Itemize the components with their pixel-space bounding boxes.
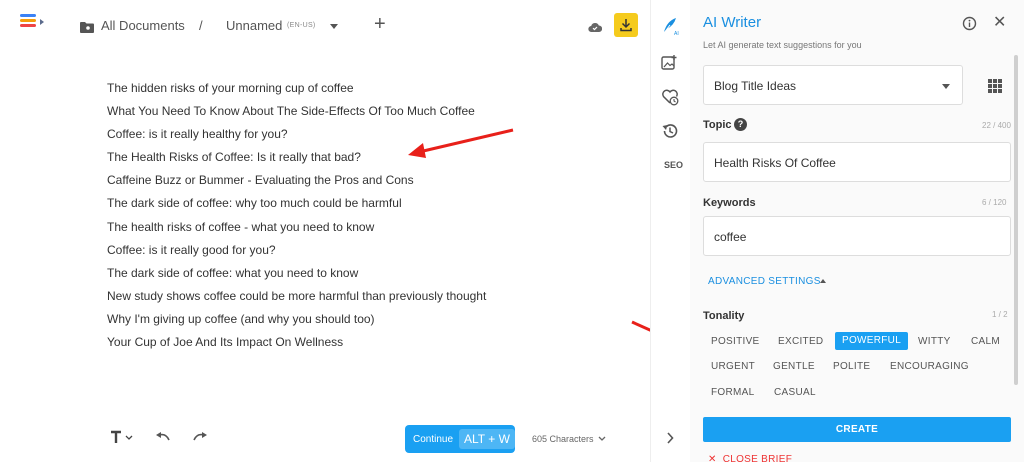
tone-chip-encouraging[interactable]: ENCOURAGING — [890, 358, 969, 376]
text-format-icon[interactable] — [110, 430, 136, 444]
redo-icon[interactable] — [192, 431, 208, 443]
text-line[interactable]: The health risks of coffee - what you ne… — [107, 219, 486, 242]
tone-chip-casual[interactable]: CASUAL — [774, 384, 816, 402]
chevron-down-icon[interactable] — [598, 436, 606, 442]
topic-counter: 22 / 400 — [982, 121, 1011, 130]
app-logo-icon[interactable] — [20, 14, 44, 30]
continue-button[interactable]: Continue ALT + W — [405, 425, 515, 453]
locale-label: (EN-US) — [287, 22, 316, 29]
text-line[interactable]: The dark side of coffee: why too much co… — [107, 195, 486, 218]
keywords-input[interactable]: coffee — [703, 216, 1011, 256]
editor-content[interactable]: The hidden risks of your morning cup of … — [107, 80, 486, 357]
favorites-history-icon[interactable] — [661, 88, 679, 106]
tone-chip-formal[interactable]: FORMAL — [711, 384, 754, 402]
character-count[interactable]: 605 Characters — [532, 434, 594, 444]
add-document-button[interactable]: + — [374, 14, 386, 34]
chevron-up-icon[interactable] — [820, 279, 826, 283]
grid-view-icon[interactable] — [988, 79, 1002, 93]
template-select-value: Blog Title Ideas — [714, 79, 797, 93]
history-icon[interactable] — [661, 122, 679, 140]
tone-chip-gentle[interactable]: GENTLE — [773, 358, 815, 376]
text-line[interactable]: Why I'm giving up coffee (and why you sh… — [107, 311, 486, 334]
panel-title: AI Writer — [703, 14, 762, 31]
tone-chip-powerful[interactable]: POWERFUL — [835, 332, 909, 350]
panel-scrollbar[interactable] — [1014, 55, 1018, 385]
keywords-label: Keywords — [703, 197, 756, 209]
breadcrumb-separator: / — [199, 18, 203, 33]
annotation-arrow-icon — [408, 128, 514, 158]
tonality-counter: 1 / 2 — [992, 310, 1008, 319]
cloud-sync-icon[interactable] — [588, 19, 603, 37]
chevron-right-icon[interactable] — [666, 432, 674, 444]
tone-chip-excited[interactable]: EXCITED — [778, 333, 823, 351]
image-icon[interactable] — [661, 54, 679, 72]
chevron-down-icon — [942, 84, 950, 89]
close-brief-label: CLOSE BRIEF — [722, 454, 793, 462]
folder-icon[interactable] — [80, 20, 94, 38]
topic-label: Topic — [703, 119, 732, 131]
download-icon — [620, 19, 632, 32]
keywords-value: coffee — [714, 230, 747, 244]
document-name[interactable]: Unnamed — [226, 18, 282, 33]
seo-icon[interactable]: SEO — [664, 160, 683, 170]
panel-subtitle: Let AI generate text suggestions for you — [703, 40, 862, 50]
ai-writer-icon[interactable]: AI — [661, 16, 681, 36]
template-select[interactable]: Blog Title Ideas — [703, 65, 963, 105]
advanced-settings-toggle[interactable]: ADVANCED SETTINGS — [708, 276, 821, 287]
tone-chip-calm[interactable]: CALM — [971, 333, 1000, 351]
help-icon[interactable]: ? — [734, 118, 747, 131]
close-panel-button[interactable]: ✕ — [993, 15, 1006, 31]
shortcut-badge: ALT + W — [459, 429, 515, 449]
tone-chip-urgent[interactable]: URGENT — [711, 358, 755, 376]
breadcrumb-all-documents[interactable]: All Documents — [101, 18, 185, 33]
text-line[interactable]: The hidden risks of your morning cup of … — [107, 80, 486, 103]
tone-chip-polite[interactable]: POLITE — [833, 358, 870, 376]
text-line[interactable]: New study shows coffee could be more har… — [107, 288, 486, 311]
text-line[interactable]: The dark side of coffee: what you need t… — [107, 265, 486, 288]
text-line[interactable]: Your Cup of Joe And Its Impact On Wellne… — [107, 334, 486, 357]
continue-label: Continue — [413, 433, 454, 445]
topic-input[interactable]: Health Risks Of Coffee — [703, 142, 1011, 182]
close-brief-button[interactable]: ✕ CLOSE BRIEF — [708, 454, 792, 462]
topic-value: Health Risks Of Coffee — [714, 156, 836, 170]
chevron-down-icon[interactable] — [330, 24, 338, 29]
download-button[interactable] — [614, 13, 638, 37]
undo-icon[interactable] — [155, 431, 171, 443]
create-button[interactable]: CREATE — [703, 417, 1011, 442]
info-icon[interactable] — [962, 16, 977, 31]
top-bar: All Documents / Unnamed (EN-US) + — [0, 0, 650, 52]
text-line[interactable]: Coffee: is it really good for you? — [107, 242, 486, 265]
text-line[interactable]: Caffeine Buzz or Bummer - Evaluating the… — [107, 172, 486, 195]
tonality-label: Tonality — [703, 310, 745, 322]
text-line[interactable]: What You Need To Know About The Side-Eff… — [107, 103, 486, 126]
tone-chip-positive[interactable]: POSITIVE — [711, 333, 760, 351]
keywords-counter: 6 / 120 — [982, 198, 1007, 207]
tone-chip-witty[interactable]: WITTY — [918, 333, 951, 351]
svg-text:AI: AI — [674, 31, 679, 36]
close-icon: ✕ — [708, 454, 717, 462]
